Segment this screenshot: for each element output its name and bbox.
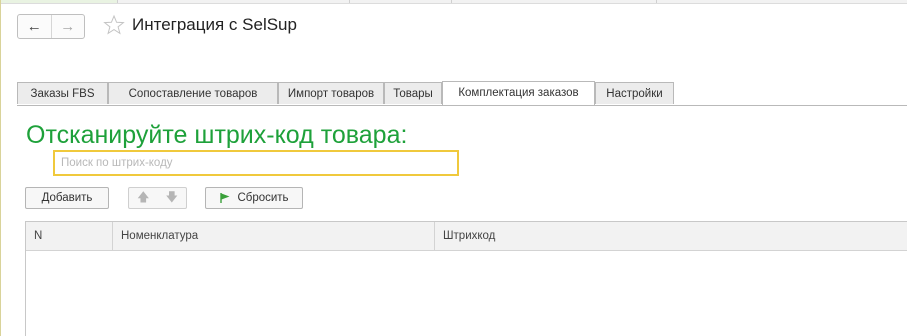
tab-settings[interactable]: Настройки <box>595 82 674 104</box>
column-header-n[interactable]: N <box>26 222 112 250</box>
flag-icon <box>220 193 230 203</box>
back-button[interactable]: ← <box>18 15 51 38</box>
top-strip <box>0 0 907 4</box>
arrow-up-icon: 🡅 <box>137 189 150 204</box>
forward-arrow-icon: → <box>60 18 76 35</box>
tab-bar: Заказы FBS Сопоставление товаров Импорт … <box>17 81 907 106</box>
move-down-button[interactable]: 🡇 <box>158 188 187 208</box>
top-strip-segment <box>451 0 657 3</box>
reset-button[interactable]: Сбросить <box>205 187 303 209</box>
table-header: N Номенклатура Штрихкод <box>26 222 907 251</box>
tab-product-matching[interactable]: Сопоставление товаров <box>108 82 278 104</box>
barcode-search-input[interactable] <box>53 150 459 176</box>
items-table: N Номенклатура Штрихкод <box>25 221 907 336</box>
arrow-down-icon: 🡇 <box>165 189 178 204</box>
column-header-nomenclature[interactable]: Номенклатура <box>112 222 434 250</box>
scan-heading: Отсканируйте штрих-код товара: <box>26 121 408 149</box>
reset-button-label: Сбросить <box>237 192 289 204</box>
forward-button[interactable]: → <box>50 15 85 38</box>
add-button[interactable]: Добавить <box>25 187 109 209</box>
tab-fbs-orders[interactable]: Заказы FBS <box>17 82 108 104</box>
column-header-barcode[interactable]: Штрихкод <box>434 222 907 250</box>
window-title: Интеграция с SelSup <box>132 15 297 34</box>
top-strip-segment <box>0 0 118 3</box>
tab-order-picking[interactable]: Комплектация заказов <box>442 81 595 105</box>
back-arrow-icon: ← <box>26 18 42 35</box>
navigation-buttons: ← → <box>17 14 85 39</box>
favorite-star-icon[interactable] <box>103 14 125 36</box>
move-buttons: 🡅 🡇 <box>128 187 187 209</box>
top-strip-segment <box>117 0 350 3</box>
tab-product-import[interactable]: Импорт товаров <box>278 82 384 104</box>
left-border <box>0 0 1 336</box>
move-up-button[interactable]: 🡅 <box>129 188 158 208</box>
tab-products[interactable]: Товары <box>384 82 442 104</box>
top-strip-segment <box>349 0 452 3</box>
